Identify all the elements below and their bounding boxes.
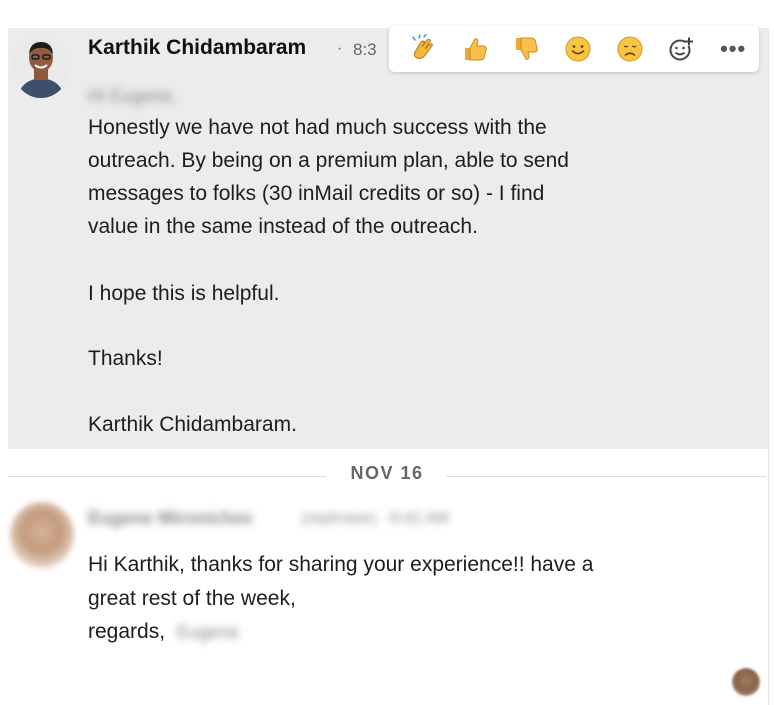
message-line: Hi Karthik, thanks for sharing your expe…: [88, 553, 594, 576]
regards-text: regards,: [88, 620, 166, 643]
divider-right: [446, 476, 766, 477]
thumbs-up-icon[interactable]: [449, 29, 501, 69]
message-line: Karthik Chidambaram.: [88, 413, 297, 436]
message-line: Honestly we have not had much success wi…: [88, 116, 547, 139]
message-thread: Karthik Chidambaram · 8:3 Hi Eugene, Hon…: [0, 0, 774, 705]
panel-edge: [768, 28, 774, 705]
sender-name-redacted[interactable]: Eugene Mironichev: [88, 508, 253, 529]
sad-icon[interactable]: [604, 29, 656, 69]
separator-dot: ·: [337, 40, 343, 57]
clap-icon[interactable]: [397, 29, 449, 69]
message-line: outreach. By being on a premium plan, ab…: [88, 149, 569, 172]
message-time: 8:3: [353, 40, 377, 59]
add-emoji-icon[interactable]: [656, 29, 708, 69]
date-divider: NOV 16: [350, 463, 424, 483]
thumbs-down-icon[interactable]: [500, 29, 552, 69]
greeting-redacted: Hi Eugene,: [88, 86, 178, 106]
message-line: great rest of the week,: [88, 587, 296, 610]
message-line: value in the same instead of the outreac…: [88, 215, 478, 238]
reaction-bar: •••: [389, 26, 759, 72]
signoff-redacted: Eugene: [176, 622, 239, 642]
message-line: I hope this is helpful.: [88, 282, 280, 305]
message-line: Thanks!: [88, 347, 163, 370]
message-line: messages to folks (30 inMail credits or …: [88, 182, 545, 205]
sender-avatar[interactable]: [12, 34, 70, 98]
more-options-button[interactable]: •••: [707, 29, 759, 69]
message-meta-redacted: (rephrase) · 8:42 AM: [302, 510, 449, 527]
read-receipt-avatar: [732, 668, 760, 696]
smile-icon[interactable]: [552, 29, 604, 69]
message-line: regards, Eugene: [88, 620, 239, 644]
sender-avatar-blurred[interactable]: [10, 502, 74, 568]
sender-name[interactable]: Karthik Chidambaram: [88, 36, 306, 60]
divider-left: [8, 476, 326, 477]
